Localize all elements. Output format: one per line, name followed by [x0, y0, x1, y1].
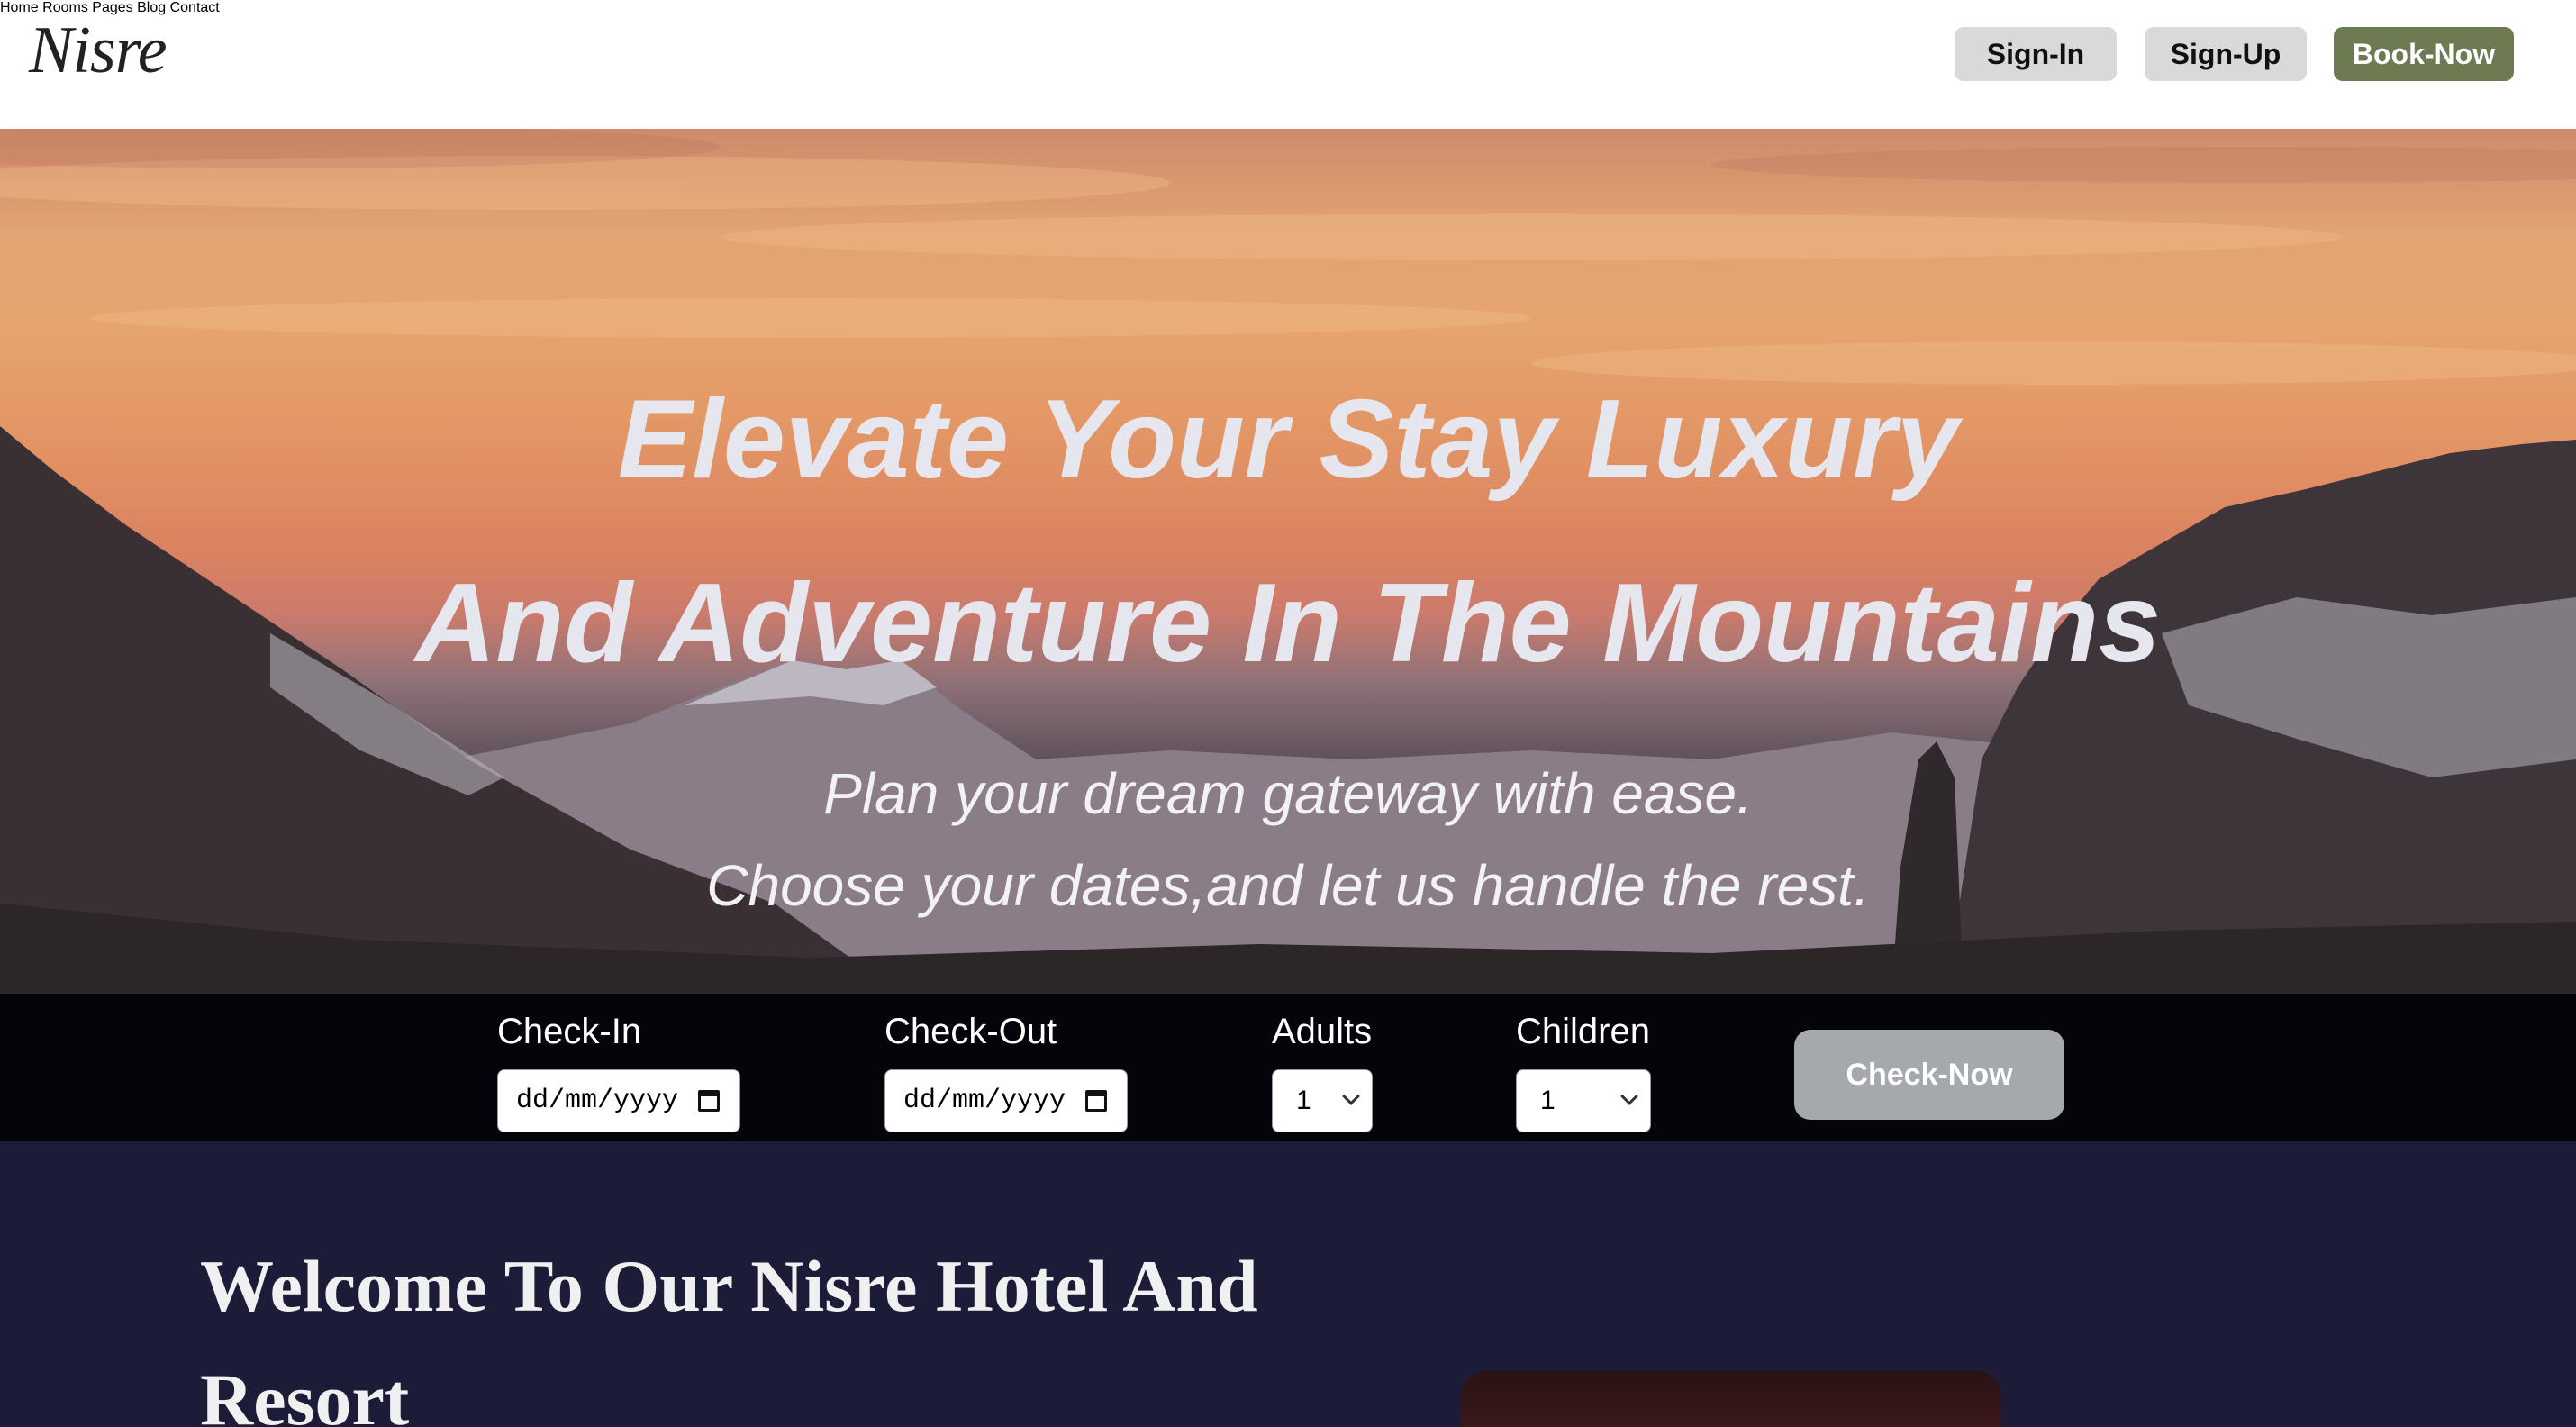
adults-label: Adults [1272, 1012, 1373, 1051]
welcome-section: Welcome To Our Nisre Hotel And Resort [0, 1141, 2576, 1427]
hero-headline-line-1: Elevate Your Stay Luxury [617, 377, 1959, 502]
site-header: Nisre Home Rooms Pages Blog Contact Sign… [0, 0, 2576, 129]
check-in-value: dd/mm/yyyy [516, 1086, 679, 1116]
check-out-date-input[interactable]: dd/mm/yyyy [884, 1069, 1128, 1132]
booking-bar: Check-In dd/mm/yyyy Check-Out dd/mm/yyyy… [0, 994, 2576, 1141]
welcome-title: Welcome To Our Nisre Hotel And Resort [200, 1245, 1258, 1427]
main-nav: Home Rooms Pages Blog Contact [0, 0, 2576, 16]
chevron-down-icon [1342, 1087, 1360, 1105]
logo[interactable]: Nisre [29, 13, 168, 89]
calendar-icon[interactable] [1085, 1090, 1107, 1112]
hero-headline-line-2: And Adventure In The Mountains [414, 561, 2162, 686]
chevron-down-icon [1620, 1087, 1638, 1105]
children-label: Children [1516, 1012, 1650, 1051]
check-out-label: Check-Out [884, 1012, 1057, 1051]
check-in-label: Check-In [497, 1012, 642, 1051]
nav-contact[interactable]: Contact [170, 0, 220, 15]
hero-subtitle-line-1: Plan your dream gateway with ease. [823, 761, 1753, 826]
hero-section: Elevate Your Stay Luxury And Adventure I… [0, 129, 2576, 994]
hero-subtitle-line-2: Choose your dates,and let us handle the … [706, 853, 1870, 918]
check-in-date-input[interactable]: dd/mm/yyyy [497, 1069, 740, 1132]
check-out-value: dd/mm/yyyy [903, 1086, 1066, 1116]
check-now-button[interactable]: Check-Now [1794, 1030, 2064, 1120]
children-value: 1 [1540, 1086, 1556, 1115]
children-select[interactable]: 1 [1516, 1069, 1651, 1132]
adults-select[interactable]: 1 [1272, 1069, 1373, 1132]
adults-value: 1 [1296, 1086, 1311, 1115]
book-now-button[interactable]: Book-Now [2334, 27, 2514, 81]
calendar-icon[interactable] [698, 1090, 720, 1112]
sign-up-button[interactable]: Sign-Up [2145, 27, 2307, 81]
resort-image [1461, 1371, 2001, 1427]
sign-in-button[interactable]: Sign-In [1955, 27, 2117, 81]
